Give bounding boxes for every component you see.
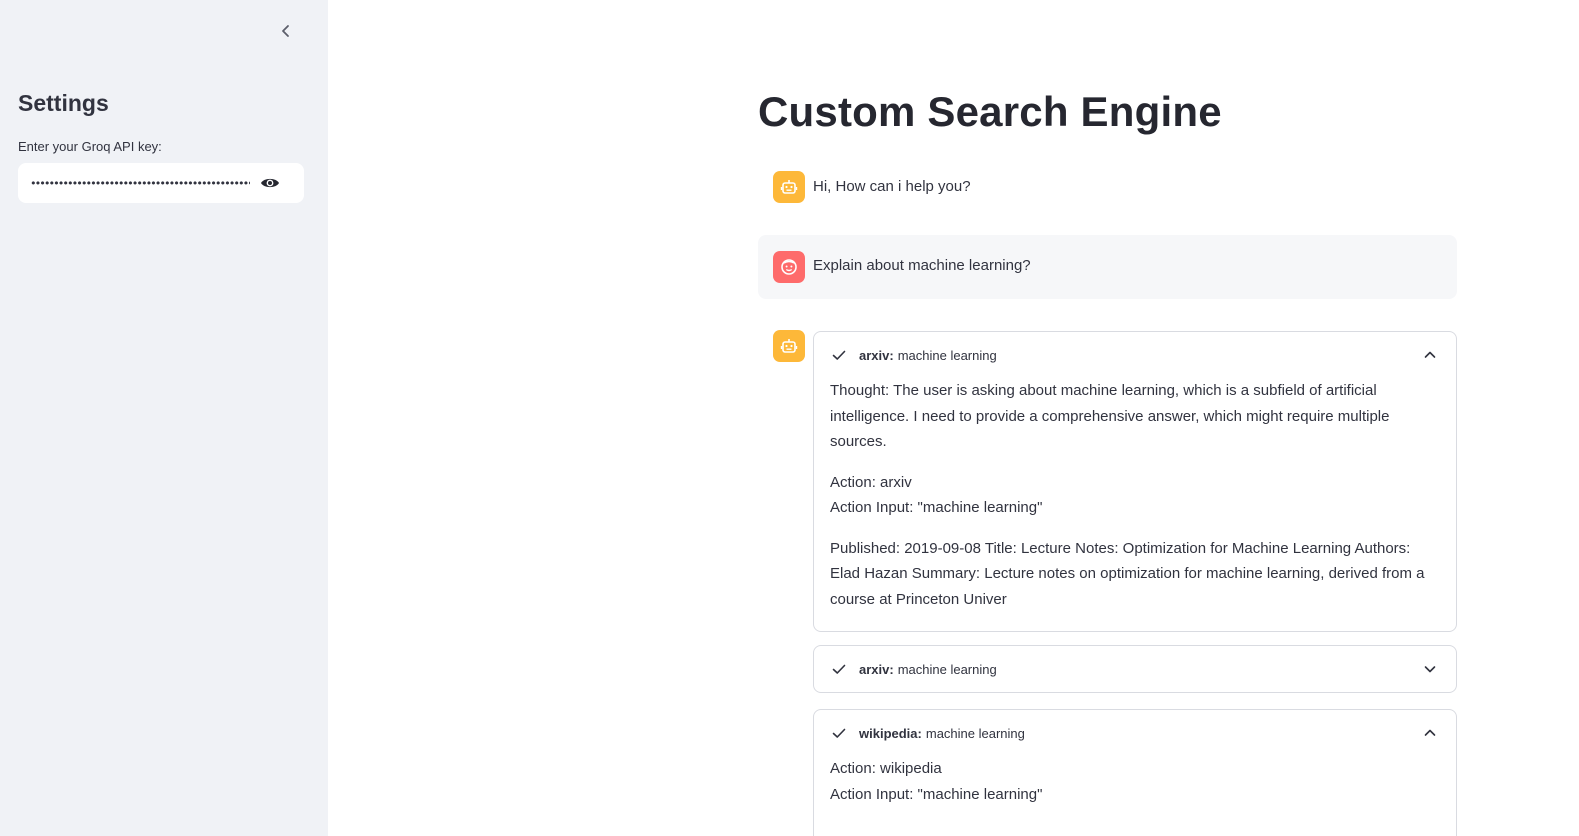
collapse-sidebar-button[interactable] — [276, 20, 296, 42]
assistant-avatar — [773, 171, 805, 203]
api-key-label: Enter your Groq API key: — [18, 139, 162, 154]
chevron-left-icon — [282, 25, 289, 37]
face-icon — [781, 259, 797, 275]
step-text: Action Input: "machine learning" — [830, 499, 1043, 516]
tool-step-expander: wikipedia: machine learning Action: wiki… — [813, 709, 1457, 836]
api-key-input[interactable] — [18, 163, 250, 203]
expander-header[interactable]: arxiv: machine learning — [814, 646, 1456, 692]
chevron-up-icon — [1424, 351, 1436, 358]
step-text: Action: wikipedia — [830, 760, 942, 777]
tool-step-expander: arxiv: machine learning Thought: The use… — [813, 331, 1457, 632]
step-tool-name: wikipedia: — [859, 725, 922, 741]
sidebar-title: Settings — [18, 90, 109, 116]
check-icon — [831, 661, 847, 677]
step-query: machine learning — [897, 347, 997, 363]
check-icon — [831, 725, 847, 741]
expander-header[interactable]: arxiv: machine learning — [814, 332, 1456, 378]
api-key-field — [18, 163, 304, 203]
step-tool-name: arxiv: — [859, 347, 894, 363]
expander-body: Action: wikipedia Action Input: "machine… — [814, 756, 1456, 836]
eye-icon — [261, 178, 279, 188]
user-message: Explain about machine learning? — [813, 257, 1031, 274]
expander-body: Thought: The user is asking about machin… — [814, 378, 1456, 631]
chevron-up-icon — [1424, 729, 1436, 736]
step-text: Published: 2019-09-08 Title: Lecture Not… — [830, 539, 1425, 608]
step-text: Action: arxiv — [830, 473, 912, 491]
tool-step-expander: arxiv: machine learning — [813, 645, 1457, 693]
show-password-button[interactable] — [250, 163, 290, 203]
assistant-message: Hi, How can i help you? — [813, 178, 971, 195]
step-query: machine learning — [897, 661, 997, 677]
sidebar: Settings Enter your Groq API key: — [0, 0, 328, 836]
expander-header[interactable]: wikipedia: machine learning — [814, 710, 1456, 756]
page-title: Custom Search Engine — [758, 88, 1222, 135]
step-text: Thought: The user is asking about machin… — [830, 382, 1390, 450]
chevron-down-icon — [1424, 666, 1436, 673]
step-tool-name: arxiv: — [859, 661, 894, 677]
check-icon — [831, 347, 847, 363]
main-content: Custom Search Engine Hi, How can i help … — [328, 0, 1579, 836]
user-avatar — [773, 251, 805, 283]
robot-icon — [780, 180, 798, 194]
step-text: Action Input: "machine learning" — [830, 785, 1043, 803]
assistant-avatar — [773, 330, 805, 362]
robot-icon — [780, 339, 798, 353]
step-query: machine learning — [925, 725, 1025, 741]
